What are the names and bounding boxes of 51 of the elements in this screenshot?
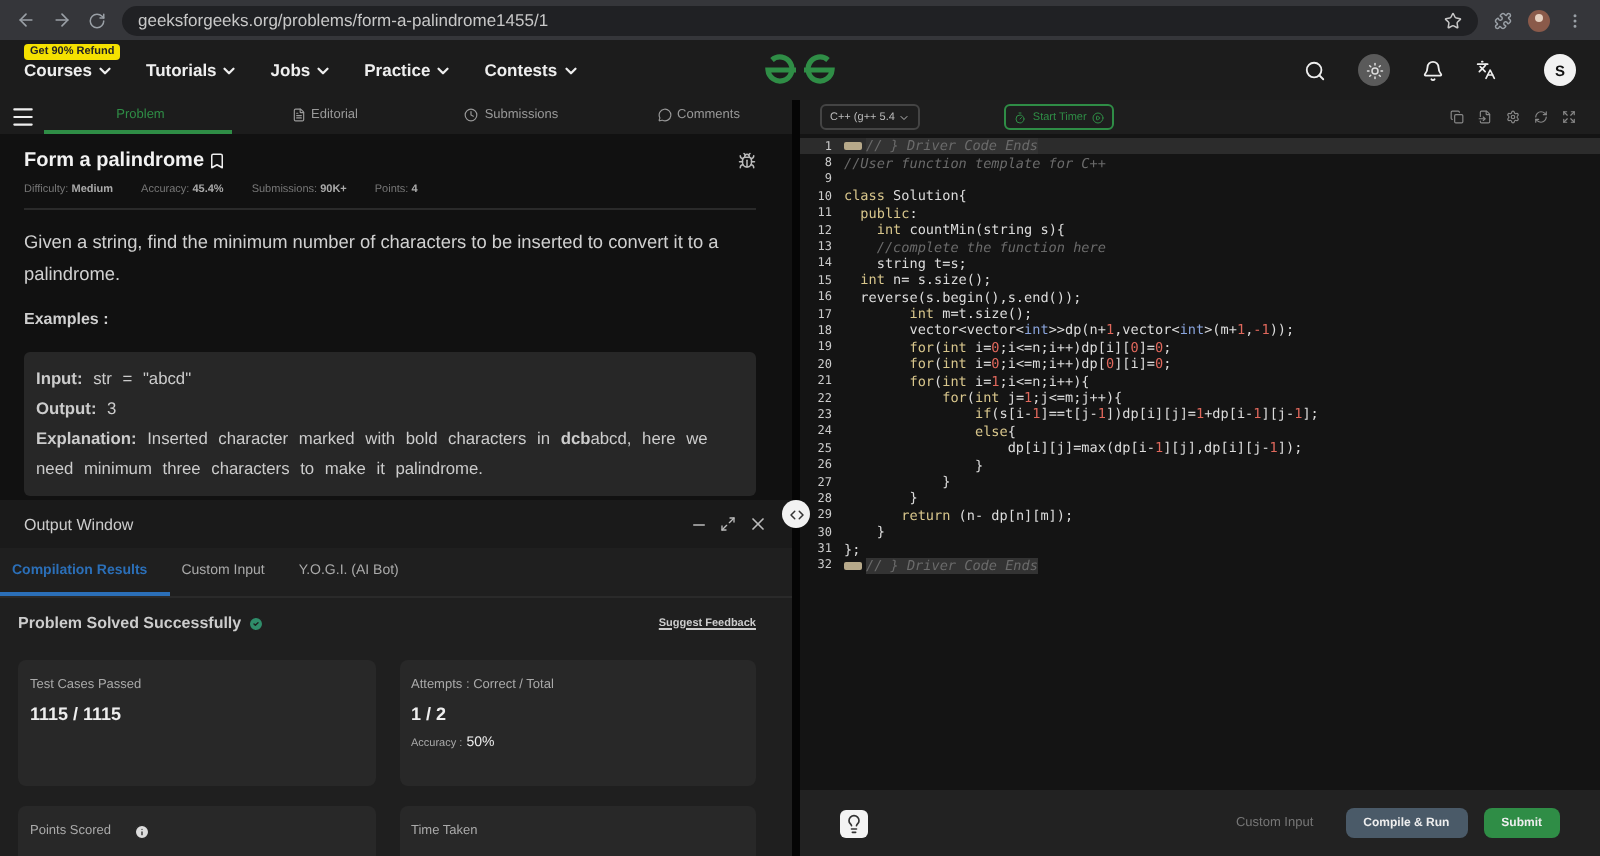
logo-icon[interactable] [764,54,836,86]
nav-menu-item[interactable]: Practice [364,60,453,80]
profile-avatar-icon[interactable] [1528,9,1550,31]
bell-icon[interactable] [1422,59,1444,81]
translate-icon[interactable] [1476,60,1496,80]
document-icon [291,108,305,122]
copy-icon[interactable] [1450,110,1464,124]
timer-icon [1014,111,1027,123]
example-line: Input: str = "abcd" [36,366,194,392]
example-line: Explanation: Inserted character marked with bold characters in dcbabcd, here we need minimum three characters to make it palindrome. [36,426,710,482]
expand-icon[interactable] [720,516,736,532]
clock-icon [464,108,479,122]
caret-icon [898,111,911,123]
back-icon[interactable] [16,10,36,30]
examples-heading: Examples : [24,310,111,328]
play-icon [1092,111,1105,123]
url-text: geeksforgeeks.org/problems/form-a-palindrome1455/1 [138,10,549,30]
card-value: 1115 / 1115 [30,704,124,724]
output-window-title: Output Window [24,515,136,533]
card-value: 1 / 2 [411,704,449,724]
star-icon[interactable] [1444,11,1462,29]
nav-menu-item[interactable]: Tutorials [146,60,239,80]
fullscreen-icon[interactable] [1562,110,1576,124]
left-right-arrows-icon [787,505,805,523]
check-icon [247,615,264,631]
reset-icon[interactable] [1534,110,1548,124]
bug-icon[interactable] [738,152,756,170]
sun-icon [1365,61,1383,79]
close-icon[interactable] [748,514,768,534]
settings-icon[interactable] [1506,110,1520,124]
search-icon[interactable] [1304,59,1326,81]
reload-icon[interactable] [88,11,106,29]
problem-title: Form a palindrome [24,150,205,172]
problem-description: Given a string, find the minimum number of characters to be inserted to convert it to a palindrome. [24,230,721,288]
fold-marker-icon[interactable] [844,142,862,151]
hint-button[interactable] [840,809,868,837]
menu-icon [9,104,35,130]
nav-menu-item[interactable]: Courses [24,60,115,80]
theme-toggle[interactable] [1358,54,1390,86]
forward-icon[interactable] [52,10,72,30]
nav-menu-item[interactable]: Contests [484,60,580,80]
speech-bubble-icon [657,108,672,122]
example-line: Output: 3 [36,396,119,422]
status-message: Problem Solved Successfully [18,614,242,632]
puzzle-icon[interactable] [1494,11,1512,29]
address-bar[interactable]: geeksforgeeks.org/problems/form-a-palindrome1455/1 [122,5,1478,35]
bookmark-icon[interactable] [208,152,227,170]
lightbulb-icon [844,813,864,833]
nav-menu-item[interactable]: Jobs [270,60,333,80]
file-icon[interactable] [1478,110,1492,124]
fold-marker-icon[interactable] [844,561,862,570]
